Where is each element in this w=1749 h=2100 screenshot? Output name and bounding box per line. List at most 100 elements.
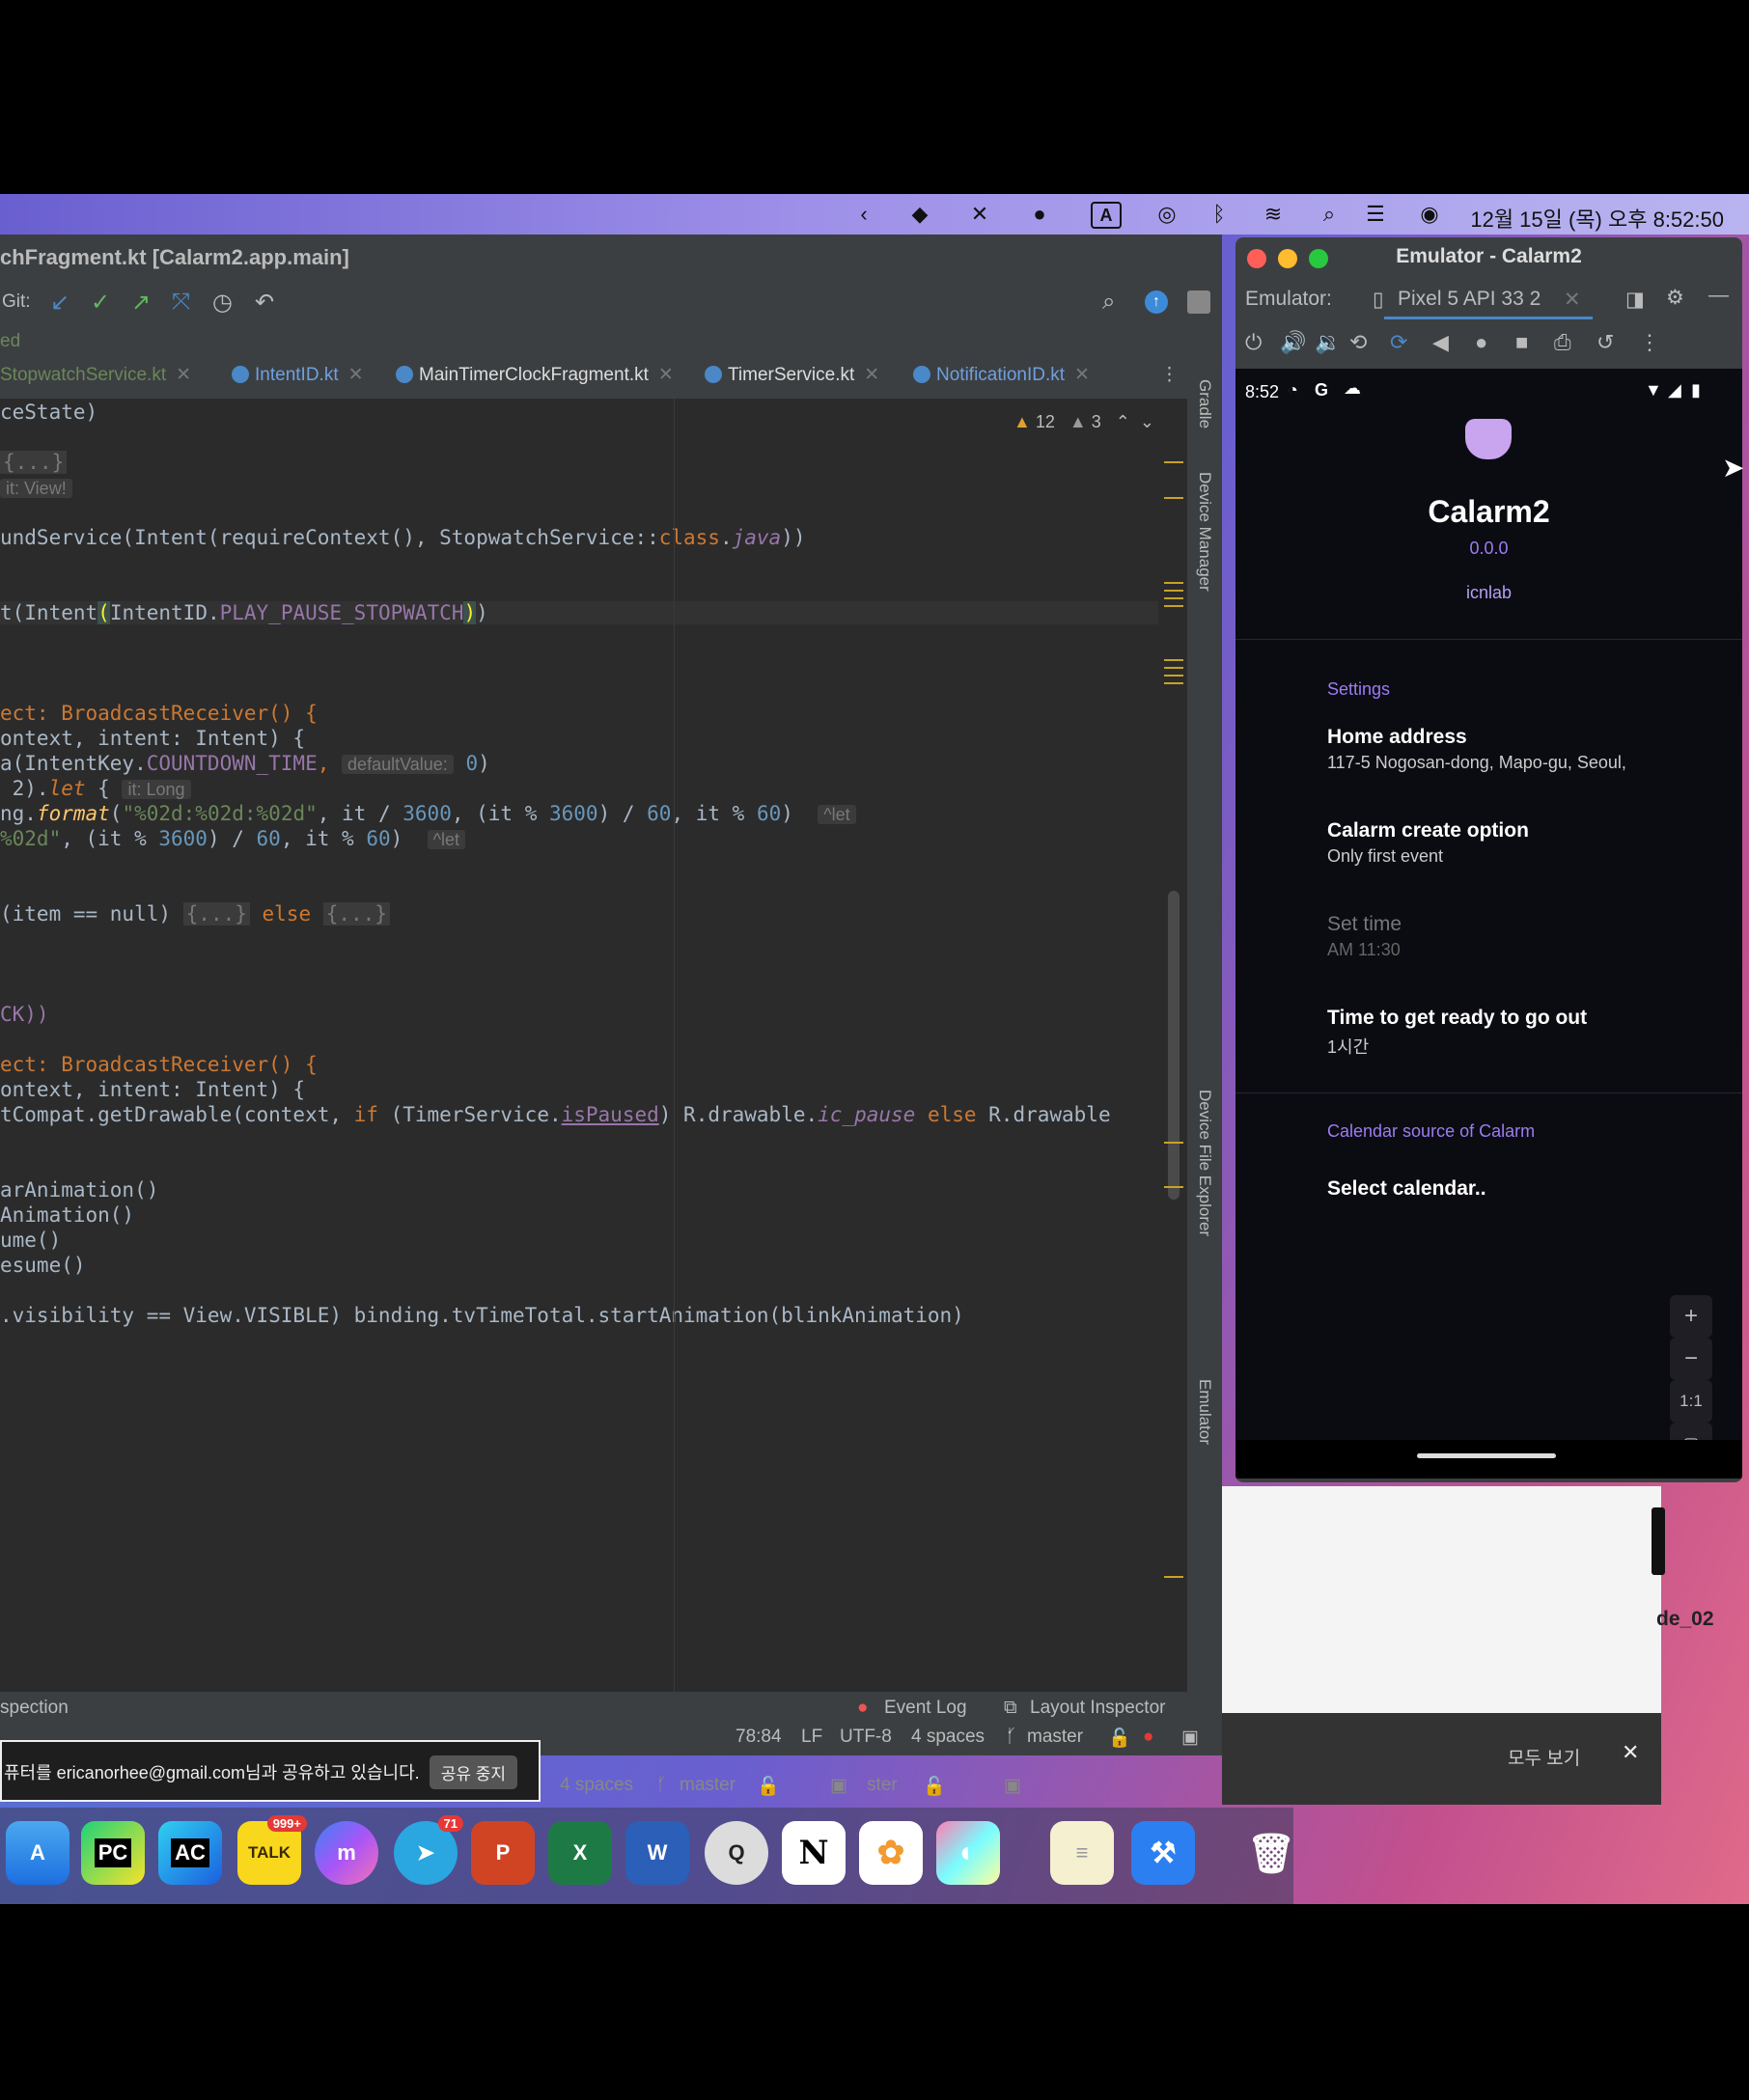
zoom-reset-button[interactable]: 1:1	[1670, 1380, 1712, 1423]
device-manager-tool-button[interactable]: Device Manager	[1195, 472, 1214, 592]
tab-stopwatch-service[interactable]: StopwatchService.kt ✕	[0, 364, 191, 386]
shield-icon[interactable]: ◆	[905, 200, 934, 229]
git-branch[interactable]: master	[1027, 1727, 1083, 1748]
back-icon[interactable]: ◀	[1432, 330, 1449, 355]
arc-icon[interactable]: ◐	[936, 1821, 1000, 1885]
set-time-setting[interactable]: Set time AM 11:30	[1235, 913, 1742, 981]
kakaotalk-icon[interactable]: TALK 999+	[237, 1815, 307, 1885]
camera-icon[interactable]: ⎙	[1554, 330, 1571, 355]
siri-icon[interactable]: ◉	[1415, 200, 1444, 229]
window-mode-icon[interactable]: ◨	[1625, 288, 1645, 312]
home-icon[interactable]: ●	[1475, 330, 1487, 355]
line-separator[interactable]: LF	[801, 1727, 822, 1748]
zoom-out-button[interactable]: −	[1670, 1338, 1712, 1380]
rotate-right-icon[interactable]: ⟳	[1390, 330, 1407, 355]
wifi-icon[interactable]: ≋	[1259, 200, 1288, 229]
excel-icon[interactable]: X	[548, 1821, 612, 1885]
close-icon[interactable]: ✕	[658, 365, 674, 385]
close-icon[interactable]: ✕	[864, 365, 879, 385]
file-encoding[interactable]: UTF-8	[840, 1727, 892, 1748]
device-file-explorer-tool-button[interactable]: Device File Explorer	[1195, 1090, 1214, 1236]
appcode-icon[interactable]: AC	[158, 1821, 222, 1885]
indent-setting[interactable]: 4 spaces	[911, 1727, 985, 1748]
editor-scrollbar-thumb[interactable]	[1168, 891, 1180, 1200]
history-icon[interactable]: ◷	[212, 289, 233, 317]
phone-screen[interactable]: 8:52 ◔ G ☁ ▼ ◢ ▮ Calarm2 0.0.0 icnlab Se…	[1235, 369, 1742, 1478]
powerpoint-icon[interactable]: P	[471, 1821, 535, 1885]
layout-inspector-button[interactable]: Layout Inspector	[1030, 1698, 1165, 1719]
inspection-label[interactable]: spection	[0, 1698, 69, 1719]
trash-icon[interactable]: 🗑	[1239, 1821, 1303, 1885]
chat-icon[interactable]: ●	[1025, 200, 1054, 229]
emulator-tool-button[interactable]: Emulator	[1195, 1379, 1214, 1445]
search-icon[interactable]: ⌕	[1315, 200, 1344, 229]
home-address-setting[interactable]: Home address 117-5 Nogosan-dong, Mapo-gu…	[1235, 726, 1742, 793]
rollback-icon[interactable]: ↶	[255, 289, 274, 317]
tab-notification-id[interactable]: NotificationID.kt ✕	[913, 364, 1090, 386]
close-icon[interactable]: ✕	[1564, 288, 1581, 312]
lock-icon[interactable]: 🔓	[1108, 1727, 1131, 1750]
inspection-widget[interactable]: ▲ 12 ▲ 3 ⌃ ⌄	[1013, 412, 1154, 432]
quicktime-icon[interactable]: Q	[705, 1821, 768, 1885]
search-icon[interactable]: ⌕	[1102, 289, 1115, 316]
chevron-left-icon[interactable]: ‹	[849, 200, 878, 229]
see-all-button[interactable]: 모두 보기	[1508, 1744, 1580, 1770]
control-center-icon[interactable]: ☰	[1361, 200, 1390, 229]
rotate-left-icon[interactable]: ⟲	[1349, 330, 1367, 355]
airdrop-icon[interactable]: ◎	[1152, 200, 1181, 229]
chevron-up-icon[interactable]: ⌃	[1116, 412, 1130, 431]
file-label[interactable]: de_02	[1656, 1608, 1714, 1631]
notifications-icon[interactable]: ▣	[1181, 1727, 1199, 1749]
mute-icon[interactable]: ✕	[965, 200, 994, 229]
event-log-button[interactable]: Event Log	[884, 1698, 967, 1719]
git-push-icon[interactable]: ↗	[131, 289, 151, 317]
menubar-clock[interactable]: 12월 15일 (목) 오후 8:52:50	[1470, 203, 1724, 234]
git-commit-icon[interactable]: ✓	[91, 289, 110, 317]
gradle-tool-button[interactable]: Gradle	[1195, 379, 1214, 428]
pycharm-icon[interactable]: PC	[81, 1821, 145, 1885]
tab-timer-service[interactable]: TimerService.kt ✕	[705, 364, 879, 386]
notes-icon[interactable]: ≡	[1050, 1821, 1114, 1885]
notion-icon[interactable]: N	[782, 1821, 846, 1885]
stop-sharing-button[interactable]: 공유 중지	[429, 1755, 517, 1789]
close-icon[interactable]: ✕	[176, 365, 191, 385]
more-tabs-icon[interactable]: ⋮	[1160, 364, 1179, 386]
app-store-icon[interactable]: A	[6, 1821, 69, 1885]
xcode-icon[interactable]: ⚒	[1131, 1821, 1195, 1885]
code-line: CK))	[0, 1003, 49, 1026]
photos-icon[interactable]: ✿	[859, 1821, 923, 1885]
chevron-down-icon[interactable]: ⌄	[1140, 412, 1154, 431]
overview-icon[interactable]: ■	[1515, 330, 1528, 355]
gesture-handle[interactable]	[1417, 1453, 1556, 1458]
caret-position[interactable]: 78:84	[736, 1727, 782, 1748]
git-update-icon[interactable]: ↙	[50, 289, 69, 317]
git-merge-icon[interactable]: ⤧	[172, 289, 190, 316]
zoom-in-button[interactable]: +	[1670, 1295, 1712, 1338]
more-icon[interactable]: ⋮	[1639, 330, 1660, 355]
code-line: undService(Intent(requireContext(), Stop…	[0, 526, 806, 549]
code-editor[interactable]: ceState) {...} it: View! undService(Inte…	[0, 399, 1187, 1692]
ready-time-setting[interactable]: Time to get ready to go out 1시간	[1235, 1007, 1742, 1074]
power-icon[interactable]: ⏻	[1245, 330, 1262, 355]
select-calendar-setting[interactable]: Select calendar..	[1327, 1177, 1486, 1201]
bluetooth-icon[interactable]: ᛒ	[1205, 200, 1234, 229]
close-icon[interactable]: ✕	[1074, 365, 1090, 385]
volume-up-icon[interactable]: 🔊	[1280, 330, 1306, 355]
update-icon[interactable]: ↑	[1145, 290, 1168, 314]
snapshot-icon[interactable]: ↺	[1596, 330, 1614, 355]
tab-intent-id[interactable]: IntentID.kt ✕	[232, 364, 364, 386]
tab-main-timer-clock-fragment[interactable]: MainTimerClockFragment.kt ✕	[396, 364, 674, 386]
error-icon[interactable]: ●	[1143, 1727, 1153, 1748]
telegram-icon[interactable]: ➤ 71	[394, 1815, 463, 1885]
close-icon[interactable]: ✕	[1622, 1740, 1639, 1765]
messenger-icon[interactable]: m	[315, 1821, 378, 1885]
calarm-create-option-setting[interactable]: Calarm create option Only first event	[1235, 819, 1742, 887]
minimize-icon[interactable]: —	[1708, 284, 1729, 307]
device-tab[interactable]: Pixel 5 API 33 2	[1398, 288, 1541, 311]
input-source-icon[interactable]: A	[1091, 202, 1122, 229]
avatar-icon[interactable]	[1187, 290, 1210, 314]
volume-down-icon[interactable]: 🔉	[1315, 330, 1341, 355]
gear-icon[interactable]: ⚙	[1666, 286, 1684, 310]
word-icon[interactable]: W	[625, 1821, 689, 1885]
close-icon[interactable]: ✕	[348, 365, 364, 385]
